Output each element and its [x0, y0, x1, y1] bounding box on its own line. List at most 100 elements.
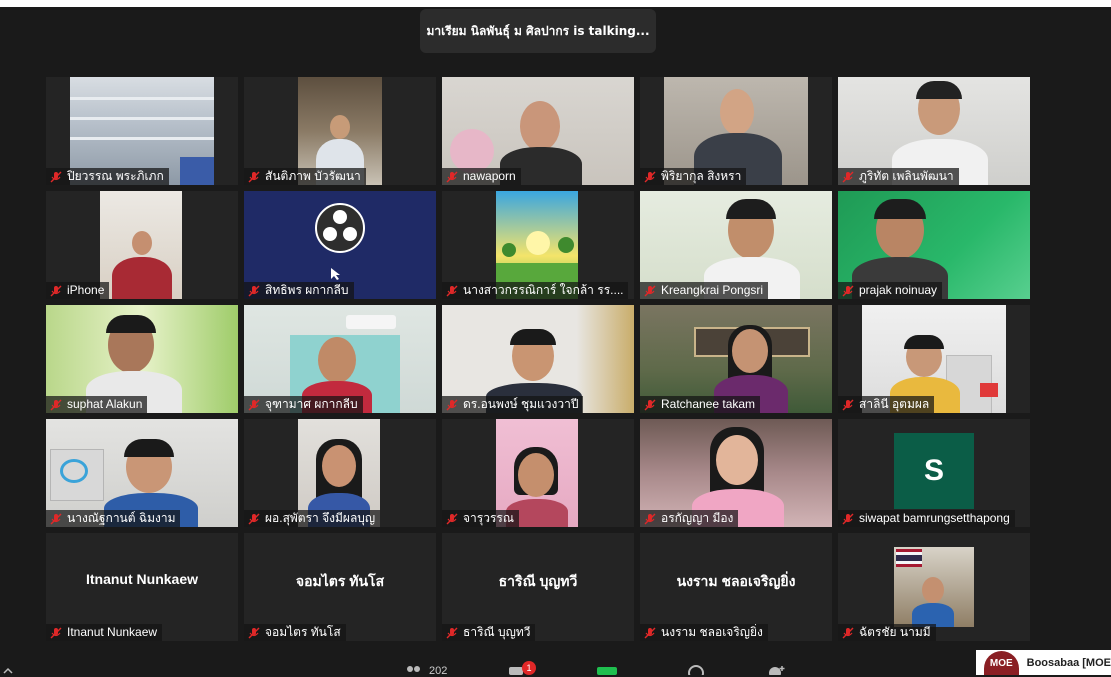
mic-muted-icon	[644, 171, 656, 182]
participant-tile[interactable]: nawaporn	[442, 77, 634, 185]
participant-tile[interactable]: ผอ.สุพัตรา จึงมีผลบุญ	[244, 419, 436, 527]
mic-muted-icon	[842, 513, 854, 524]
participant-tile[interactable]: อรกัญญา มีอง	[640, 419, 832, 527]
participant-name: สิทธิพร ผกากลีบ	[265, 283, 349, 297]
participant-nameplate: ธาริณี บุญทวี	[442, 624, 536, 641]
participant-tile[interactable]: นางณัฐกานต์ ฉิมงาม	[46, 419, 238, 527]
meeting-toolbar	[0, 655, 1111, 675]
avatar: S	[894, 433, 974, 509]
participant-name: นงราม ชลอเจริญยิ่ง	[661, 625, 763, 639]
chat-unread-count: 1	[526, 663, 532, 673]
participant-tile[interactable]: prajak noinuay	[838, 191, 1030, 299]
record-icon[interactable]	[686, 665, 706, 675]
participant-name: อรกัญญา มีอง	[661, 511, 734, 525]
mic-muted-icon	[644, 399, 656, 410]
participant-nameplate: ปิยวรรณ พระภิเภก	[46, 168, 169, 185]
participant-tile[interactable]: ปิยวรรณ พระภิเภก	[46, 77, 238, 185]
participant-nameplate: ผอ.สุพัตรา จึงมีผลบุญ	[244, 510, 381, 527]
mic-muted-icon	[50, 171, 62, 182]
reactions-icon[interactable]	[766, 665, 786, 675]
participant-tile[interactable]: พิริยากุล สิงหรา	[640, 77, 832, 185]
participant-nameplate: สิทธิพร ผกากลีบ	[244, 282, 354, 299]
moe-logo-text: MOE	[989, 657, 1013, 669]
mic-muted-icon	[446, 513, 458, 524]
mic-muted-icon	[50, 285, 62, 296]
participant-display-name: Itnanut Nunkaew	[85, 571, 198, 587]
mic-muted-icon	[842, 171, 854, 182]
participant-tile[interactable]: สาลินี อุตมผล	[838, 305, 1030, 413]
mic-muted-icon	[446, 399, 458, 410]
participant-tile[interactable]: จอมไตร ทันโส จอมไตร ทันโส	[244, 533, 436, 641]
participant-tile[interactable]: จารุวรรณ	[442, 419, 634, 527]
participant-name: ผอ.สุพัตรา จึงมีผลบุญ	[265, 511, 376, 525]
participant-name: ภูริทัต เพลินพัฒนา	[859, 169, 954, 183]
participant-name: สันติภาพ บัวรัฒนา	[265, 169, 361, 183]
participant-tile[interactable]: สิทธิพร ผกากลีบ	[244, 191, 436, 299]
participant-tile[interactable]: ภูริทัต เพลินพัฒนา	[838, 77, 1030, 185]
participant-tile[interactable]: Kreangkrai Pongsri	[640, 191, 832, 299]
participant-display-name: ธาริณี บุญทวี	[498, 573, 578, 589]
participant-display-name: จอมไตร ทันโส	[295, 573, 385, 589]
participant-tile[interactable]: ธาริณี บุญทวี ธาริณี บุญทวี	[442, 533, 634, 641]
window-top-edge	[0, 0, 1111, 7]
participants-count: 202	[429, 665, 448, 677]
participant-name: ฉัตรชัย นามมี	[859, 625, 931, 639]
participant-tile[interactable]: จุฑามาศ ผกากลีบ	[244, 305, 436, 413]
participant-tile[interactable]: ฉัตรชัย นามมี	[838, 533, 1030, 641]
mic-muted-icon	[446, 285, 458, 296]
mic-muted-icon	[248, 171, 260, 182]
share-screen-icon[interactable]	[596, 665, 618, 675]
mic-muted-icon	[644, 285, 656, 296]
participant-name: nawaporn	[463, 169, 516, 183]
participant-nameplate: ฉัตรชัย นามมี	[838, 624, 936, 641]
participant-nameplate: prajak noinuay	[838, 282, 943, 299]
mic-muted-icon	[50, 627, 62, 638]
participant-nameplate: จุฑามาศ ผกากลีบ	[244, 396, 363, 413]
cursor-icon	[331, 268, 340, 280]
participant-tile[interactable]: Itnanut Nunkaew Itnanut Nunkaew	[46, 533, 238, 641]
participant-name: iPhone	[67, 283, 105, 297]
chat-notification[interactable]: MOE Boosabaa [MOE	[976, 650, 1111, 675]
participants-icon[interactable]	[404, 665, 424, 675]
participant-tile[interactable]: ดร.อนพงษ์ ชุมแวงวาปี	[442, 305, 634, 413]
participant-display-name: นงราม ชลอเจริญยิ่ง	[676, 573, 796, 589]
participant-name: siwapat bamrungsetthapong	[859, 511, 1010, 525]
participant-tile[interactable]: iPhone	[46, 191, 238, 299]
participant-tile[interactable]: นงราม ชลอเจริญยิ่ง นงราม ชลอเจริญยิ่ง	[640, 533, 832, 641]
participant-nameplate: นงราม ชลอเจริญยิ่ง	[640, 624, 768, 641]
participant-name: prajak noinuay	[859, 283, 938, 297]
mic-muted-icon	[50, 513, 62, 524]
participant-nameplate: Itnanut Nunkaew	[46, 624, 163, 641]
mic-muted-icon	[446, 171, 458, 182]
participant-tile[interactable]: Ratchanee takam	[640, 305, 832, 413]
participant-nameplate: สันติภาพ บัวรัฒนา	[244, 168, 366, 185]
mic-muted-icon	[446, 627, 458, 638]
participant-nameplate: นางณัฐกานต์ ฉิมงาม	[46, 510, 181, 527]
participant-nameplate: พิริยากุล สิงหรา	[640, 168, 747, 185]
participant-nameplate: nawaporn	[442, 168, 521, 185]
participant-nameplate: iPhone	[46, 282, 110, 299]
mic-muted-icon	[644, 627, 656, 638]
participant-nameplate: siwapat bamrungsetthapong	[838, 510, 1015, 527]
participant-nameplate: จอมไตร ทันโส	[244, 624, 346, 641]
participant-name: Itnanut Nunkaew	[67, 625, 158, 639]
participant-tile[interactable]: S siwapat bamrungsetthapong	[838, 419, 1030, 527]
chat-unread-badge: 1	[522, 661, 536, 675]
participant-nameplate: อรกัญญา มีอง	[640, 510, 739, 527]
chevron-up-icon[interactable]	[2, 665, 14, 675]
mic-muted-icon	[248, 399, 260, 410]
participant-nameplate: ดร.อนพงษ์ ชุมแวงวาปี	[442, 396, 584, 413]
participant-name: ธาริณี บุญทวี	[463, 625, 531, 639]
participant-tile[interactable]: suphat Alakun	[46, 305, 238, 413]
mic-muted-icon	[248, 285, 260, 296]
participant-name: ปิยวรรณ พระภิเภก	[67, 169, 164, 183]
active-speaker-banner: มาเรียม นิลพันธุ์ ม ศิลปากร is talking..…	[420, 9, 656, 53]
participant-tile[interactable]: สันติภาพ บัวรัฒนา	[244, 77, 436, 185]
participant-tile[interactable]: นางสาวกรรณิการ์ ใจกล้า รร....	[442, 191, 634, 299]
mic-muted-icon	[842, 627, 854, 638]
participant-name: นางณัฐกานต์ ฉิมงาม	[67, 511, 176, 525]
thai-flag-icon	[896, 549, 922, 567]
participant-photo	[894, 547, 974, 627]
participant-nameplate: Ratchanee takam	[640, 396, 761, 413]
obs-logo-icon	[315, 203, 365, 253]
